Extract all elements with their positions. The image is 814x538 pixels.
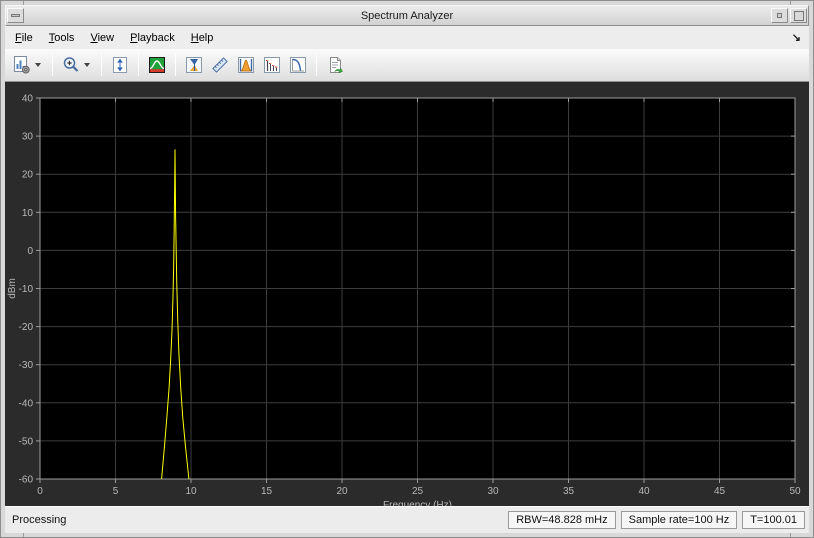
channel-measurements-button[interactable] xyxy=(233,52,259,78)
svg-text:-50: -50 xyxy=(19,436,34,447)
menu-help[interactable]: Help xyxy=(191,32,214,44)
scale-axes-button[interactable] xyxy=(107,52,133,78)
minimize-button[interactable] xyxy=(771,8,788,23)
channel-measurements-icon xyxy=(238,57,254,73)
frame-notch xyxy=(790,533,791,537)
spectrum-analyzer-window: Spectrum Analyzer File Tools View Playba… xyxy=(0,0,814,538)
svg-text:-10: -10 xyxy=(19,284,34,295)
dock-arrow-icon[interactable]: ↘ xyxy=(792,31,801,44)
svg-text:40: 40 xyxy=(638,486,650,497)
rbw-panel: RBW=48.828 mHz xyxy=(508,511,616,529)
svg-text:-40: -40 xyxy=(19,398,34,409)
spectral-mask-icon xyxy=(149,57,165,73)
minimize-icon xyxy=(777,13,782,18)
svg-text:30: 30 xyxy=(487,486,499,497)
window-menu-button[interactable] xyxy=(7,8,24,23)
window-title: Spectrum Analyzer xyxy=(360,9,454,22)
frame-notch xyxy=(23,533,24,537)
peak-finder-button[interactable] xyxy=(207,52,233,78)
spectrum-settings-button[interactable] xyxy=(9,52,35,78)
menu-view[interactable]: View xyxy=(90,32,114,44)
svg-text:-60: -60 xyxy=(19,475,34,486)
spectrum-plot-canvas[interactable]: 0 5 10 15 20 25 30 35 40 45 50 -60 -50 -40 -30 -20 -10 0 1… xyxy=(5,82,811,512)
menu-bar: File Tools View Playback Help ↘ xyxy=(5,26,809,49)
spectrum-settings-dropdown-arrow-icon[interactable] xyxy=(35,63,41,67)
svg-text:5: 5 xyxy=(113,486,119,497)
sample-rate-panel: Sample rate=100 Hz xyxy=(620,511,738,529)
spectral-mask-button[interactable] xyxy=(144,52,170,78)
svg-text:20: 20 xyxy=(336,486,348,497)
spectrum-settings-icon xyxy=(14,56,30,74)
peak-ruler-icon xyxy=(212,57,228,73)
svg-text:30: 30 xyxy=(22,132,34,143)
svg-text:45: 45 xyxy=(714,486,726,497)
zoom-in-button[interactable] xyxy=(58,52,84,78)
cursor-measurements-icon xyxy=(186,57,202,73)
status-message: Processing xyxy=(12,514,67,526)
title-bar[interactable]: Spectrum Analyzer xyxy=(5,5,809,26)
toolbar-separator xyxy=(175,54,176,76)
status-bar: Processing RBW=48.828 mHz Sample rate=10… xyxy=(5,506,809,533)
plot-panel: 0 5 10 15 20 25 30 35 40 45 50 -60 -50 -40 -30 -20 -10 0 1… xyxy=(5,82,811,512)
window-menu-dash-icon xyxy=(11,14,20,17)
svg-text:50: 50 xyxy=(789,486,801,497)
maximize-button[interactable] xyxy=(790,8,807,23)
svg-text:20: 20 xyxy=(22,170,34,181)
svg-text:-20: -20 xyxy=(19,322,34,333)
distortion-measurements-button[interactable] xyxy=(259,52,285,78)
zoom-in-icon xyxy=(63,57,79,72)
svg-text:15: 15 xyxy=(261,486,273,497)
svg-text:35: 35 xyxy=(563,486,575,497)
ccdf-measurements-icon xyxy=(290,57,306,73)
menu-playback[interactable]: Playback xyxy=(130,32,175,44)
cursor-measurements-button[interactable] xyxy=(181,52,207,78)
svg-text:0: 0 xyxy=(27,246,33,257)
svg-text:10: 10 xyxy=(22,208,34,219)
scale-axes-icon xyxy=(113,57,127,73)
export-button[interactable] xyxy=(322,52,348,78)
time-panel: T=100.01 xyxy=(742,511,805,529)
svg-text:-30: -30 xyxy=(19,360,34,371)
menu-file[interactable]: File xyxy=(15,32,33,44)
toolbar-separator xyxy=(316,54,317,76)
toolbar-separator xyxy=(101,54,102,76)
toolbar-separator xyxy=(138,54,139,76)
svg-text:40: 40 xyxy=(22,94,34,105)
svg-text:25: 25 xyxy=(412,486,424,497)
svg-text:10: 10 xyxy=(185,486,197,497)
toolbar xyxy=(5,49,809,82)
menu-tools[interactable]: Tools xyxy=(49,32,75,44)
svg-text:dBm: dBm xyxy=(7,278,18,299)
svg-text:0: 0 xyxy=(37,486,43,497)
distortion-measurements-icon xyxy=(264,57,280,73)
ccdf-measurements-button[interactable] xyxy=(285,52,311,78)
toolbar-separator xyxy=(52,54,53,76)
maximize-icon xyxy=(793,10,804,21)
zoom-dropdown-arrow-icon[interactable] xyxy=(84,63,90,67)
export-icon xyxy=(330,57,343,73)
